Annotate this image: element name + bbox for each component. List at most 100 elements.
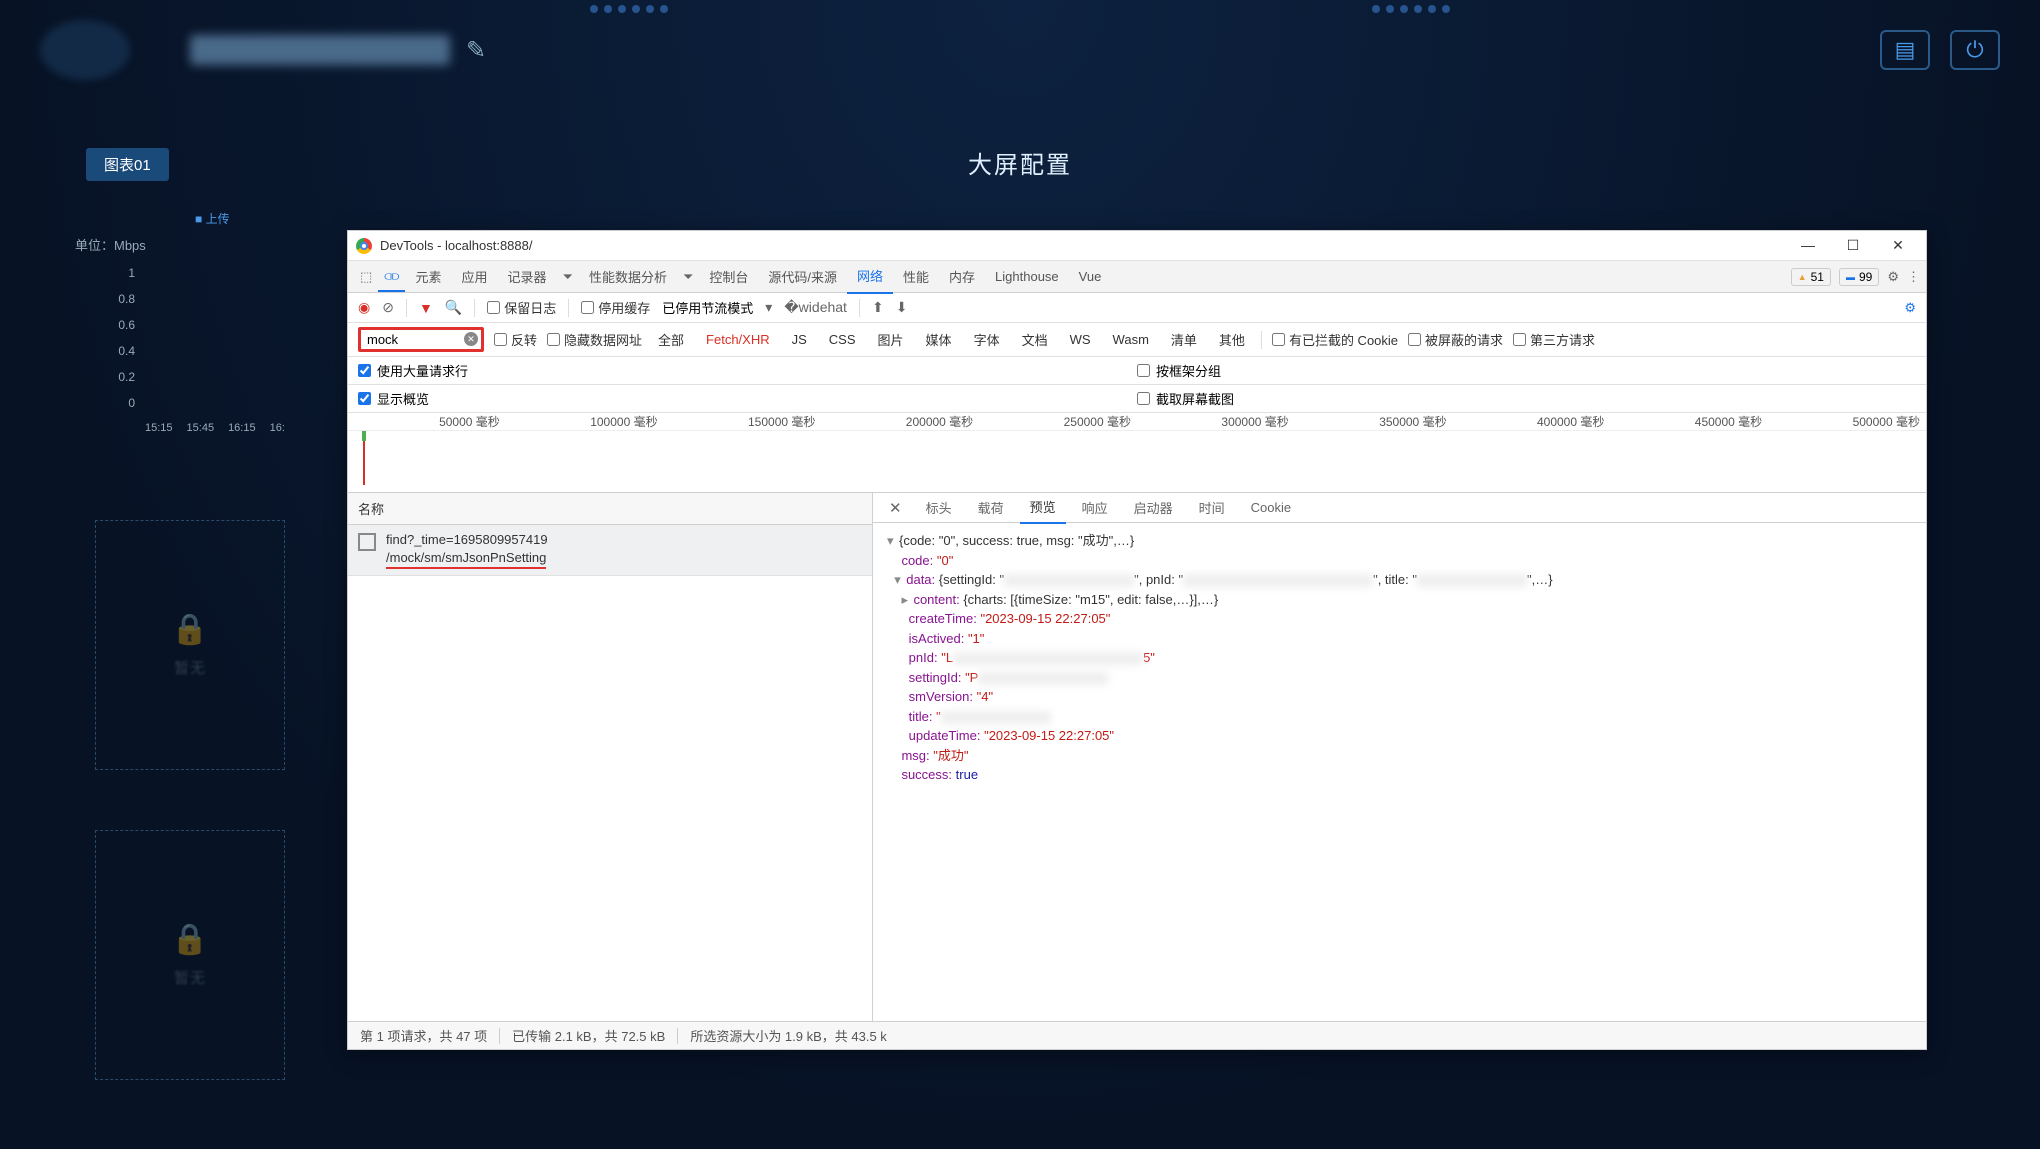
tab-vue[interactable]: Vue — [1069, 262, 1112, 291]
y-axis: 10.80.6 0.40.20 — [75, 266, 255, 410]
tab-sources[interactable]: 源代码/来源 — [758, 260, 847, 293]
empty-panel[interactable]: 🔒暂无 — [95, 520, 285, 770]
filter-img[interactable]: 图片 — [872, 328, 910, 351]
blocked-requests-checkbox[interactable]: 被屏蔽的请求 — [1408, 330, 1503, 349]
record-icon[interactable]: ◉ — [358, 299, 370, 316]
upload-icon[interactable]: ⬆ — [872, 299, 884, 316]
tab-recorder[interactable]: 记录器 — [498, 260, 557, 293]
chrome-icon — [356, 238, 372, 254]
filter-bar: ✕ 反转 隐藏数据网址 全部 Fetch/XHR JS CSS 图片 媒体 字体… — [348, 323, 1926, 357]
feedback-button[interactable]: ▤ — [1880, 30, 1930, 70]
request-checkbox[interactable] — [358, 533, 376, 551]
close-detail-icon[interactable]: ✕ — [881, 495, 910, 521]
request-name: find?_time=1695809957419 — [386, 531, 548, 549]
filter-other[interactable]: 其他 — [1213, 328, 1251, 351]
overview-checkbox[interactable] — [358, 392, 371, 405]
tab-initiator[interactable]: 启动器 — [1124, 492, 1183, 523]
expand-icon[interactable]: ⏷ — [557, 263, 579, 291]
hide-data-urls-checkbox[interactable]: 隐藏数据网址 — [547, 330, 642, 349]
lock-icon: 🔒 — [171, 612, 208, 647]
edit-icon[interactable]: ✎ — [466, 36, 486, 65]
request-list: 名称 find?_time=1695809957419 /mock/sm/smJ… — [348, 493, 873, 1021]
filter-ws[interactable]: WS — [1064, 330, 1097, 349]
filter-media[interactable]: 媒体 — [920, 328, 958, 351]
column-header-name[interactable]: 名称 — [348, 493, 872, 525]
third-party-checkbox[interactable]: 第三方请求 — [1513, 330, 1595, 349]
clear-icon[interactable]: ⊘ — [382, 299, 394, 316]
network-toolbar: ◉ ⊘ ▼ 🔍 保留日志 停用缓存 已停用节流模式 ▾ �widehat ⬆ ⬇… — [348, 293, 1926, 323]
more-icon[interactable]: ⋮ — [1907, 269, 1920, 285]
chart-unit: 单位：Mbps — [75, 235, 255, 254]
disable-cache-checkbox[interactable]: 停用缓存 — [581, 298, 650, 317]
filter-input[interactable] — [361, 330, 481, 349]
tab-perf-insights[interactable]: 性能数据分析 — [579, 260, 677, 293]
tab-application[interactable]: 应用 — [452, 260, 498, 293]
tab-cookies[interactable]: Cookie — [1241, 494, 1301, 521]
filter-icon[interactable]: ▼ — [419, 300, 433, 316]
tab-console[interactable]: 控制台 — [699, 260, 758, 293]
power-button[interactable]: ⏻ — [1950, 30, 2000, 70]
wifi-icon[interactable]: �widehat — [784, 299, 847, 316]
filter-manifest[interactable]: 清单 — [1165, 328, 1203, 351]
status-bar: 第 1 项请求，共 47 项 已传输 2.1 kB，共 72.5 kB 所选资源… — [348, 1021, 1926, 1049]
tab-timing[interactable]: 时间 — [1189, 492, 1235, 523]
settings-icon[interactable]: ⚙ — [1887, 269, 1899, 285]
group-frame-checkbox[interactable] — [1137, 364, 1150, 377]
lock-icon: 🔒 — [171, 922, 208, 957]
clear-filter-icon[interactable]: ✕ — [464, 332, 478, 346]
dashboard-title — [190, 35, 450, 65]
tab-response[interactable]: 响应 — [1072, 492, 1118, 523]
filter-fetch-xhr[interactable]: Fetch/XHR — [700, 330, 776, 349]
throttling-select[interactable]: 已停用节流模式 — [662, 298, 753, 317]
options-row: 使用大量请求行 按框架分组 — [348, 357, 1926, 385]
filter-wasm[interactable]: Wasm — [1107, 330, 1155, 349]
tab-payload[interactable]: 载荷 — [968, 492, 1014, 523]
close-button[interactable]: ✕ — [1888, 237, 1908, 254]
big-rows-checkbox[interactable] — [358, 364, 371, 377]
search-icon[interactable]: 🔍 — [445, 299, 462, 316]
tab-elements[interactable]: 元素 — [405, 260, 451, 293]
status-resources: 所选资源大小为 1.9 kB，共 43.5 k — [690, 1026, 887, 1045]
filter-all[interactable]: 全部 — [652, 328, 690, 351]
chevron-down-icon[interactable]: ▾ — [765, 299, 772, 316]
chart-legend: ■ 上传 — [195, 210, 255, 227]
inspect-icon[interactable]: ⬚ — [354, 263, 378, 291]
status-transferred: 已传输 2.1 kB，共 72.5 kB — [512, 1026, 665, 1045]
invert-checkbox[interactable]: 反转 — [494, 330, 537, 349]
network-settings-icon[interactable]: ⚙ — [1904, 300, 1916, 316]
timeline-overview[interactable]: 50000 毫秒 100000 毫秒 150000 毫秒 200000 毫秒 2… — [348, 413, 1926, 493]
info-badge[interactable]: 99 — [1839, 268, 1879, 286]
tab-memory[interactable]: 内存 — [939, 260, 985, 293]
x-axis: 15:1515:4516:1516: — [145, 422, 255, 434]
detail-pane: ✕ 标头 载荷 预览 响应 启动器 时间 Cookie ▾{code: "0",… — [873, 493, 1926, 1021]
options-row: 显示概览 截取屏幕截图 — [348, 385, 1926, 413]
filter-doc[interactable]: 文档 — [1016, 328, 1054, 351]
tab-headers[interactable]: 标头 — [916, 492, 962, 523]
tab-lighthouse[interactable]: Lighthouse — [985, 262, 1069, 291]
filter-js[interactable]: JS — [786, 330, 813, 349]
expand-icon[interactable]: ⏷ — [677, 263, 699, 291]
warning-badge[interactable]: 51 — [1791, 268, 1831, 286]
json-preview[interactable]: ▾{code: "0", success: true, msg: "成功",…}… — [873, 523, 1926, 1021]
screenshots-checkbox[interactable] — [1137, 392, 1150, 405]
filter-input-highlight: ✕ — [358, 327, 484, 352]
window-title: DevTools - localhost:8888/ — [380, 238, 532, 253]
timeline-marker — [362, 431, 366, 492]
minimize-button[interactable]: — — [1798, 237, 1818, 254]
keep-log-checkbox[interactable]: 保留日志 — [487, 298, 556, 317]
titlebar[interactable]: DevTools - localhost:8888/ — ☐ ✕ — [348, 231, 1926, 261]
panel-tag: 图表01 — [86, 148, 169, 181]
filter-font[interactable]: 字体 — [968, 328, 1006, 351]
tab-network[interactable]: 网络 — [847, 259, 893, 294]
tab-performance[interactable]: 性能 — [893, 260, 939, 293]
download-icon[interactable]: ⬇ — [896, 299, 908, 316]
maximize-button[interactable]: ☐ — [1843, 237, 1863, 254]
blocked-cookies-checkbox[interactable]: 有已拦截的 Cookie — [1272, 330, 1398, 349]
request-row[interactable]: find?_time=1695809957419 /mock/sm/smJson… — [348, 525, 872, 576]
request-path: /mock/sm/smJsonPnSetting — [386, 549, 546, 569]
filter-css[interactable]: CSS — [823, 330, 862, 349]
tab-preview[interactable]: 预览 — [1020, 491, 1066, 524]
device-icon[interactable]: ⫏⫐ — [378, 262, 405, 292]
empty-panel[interactable]: 🔒暂无 — [95, 830, 285, 1080]
dashboard-header: ✎ ▤ ⏻ — [0, 10, 2040, 90]
